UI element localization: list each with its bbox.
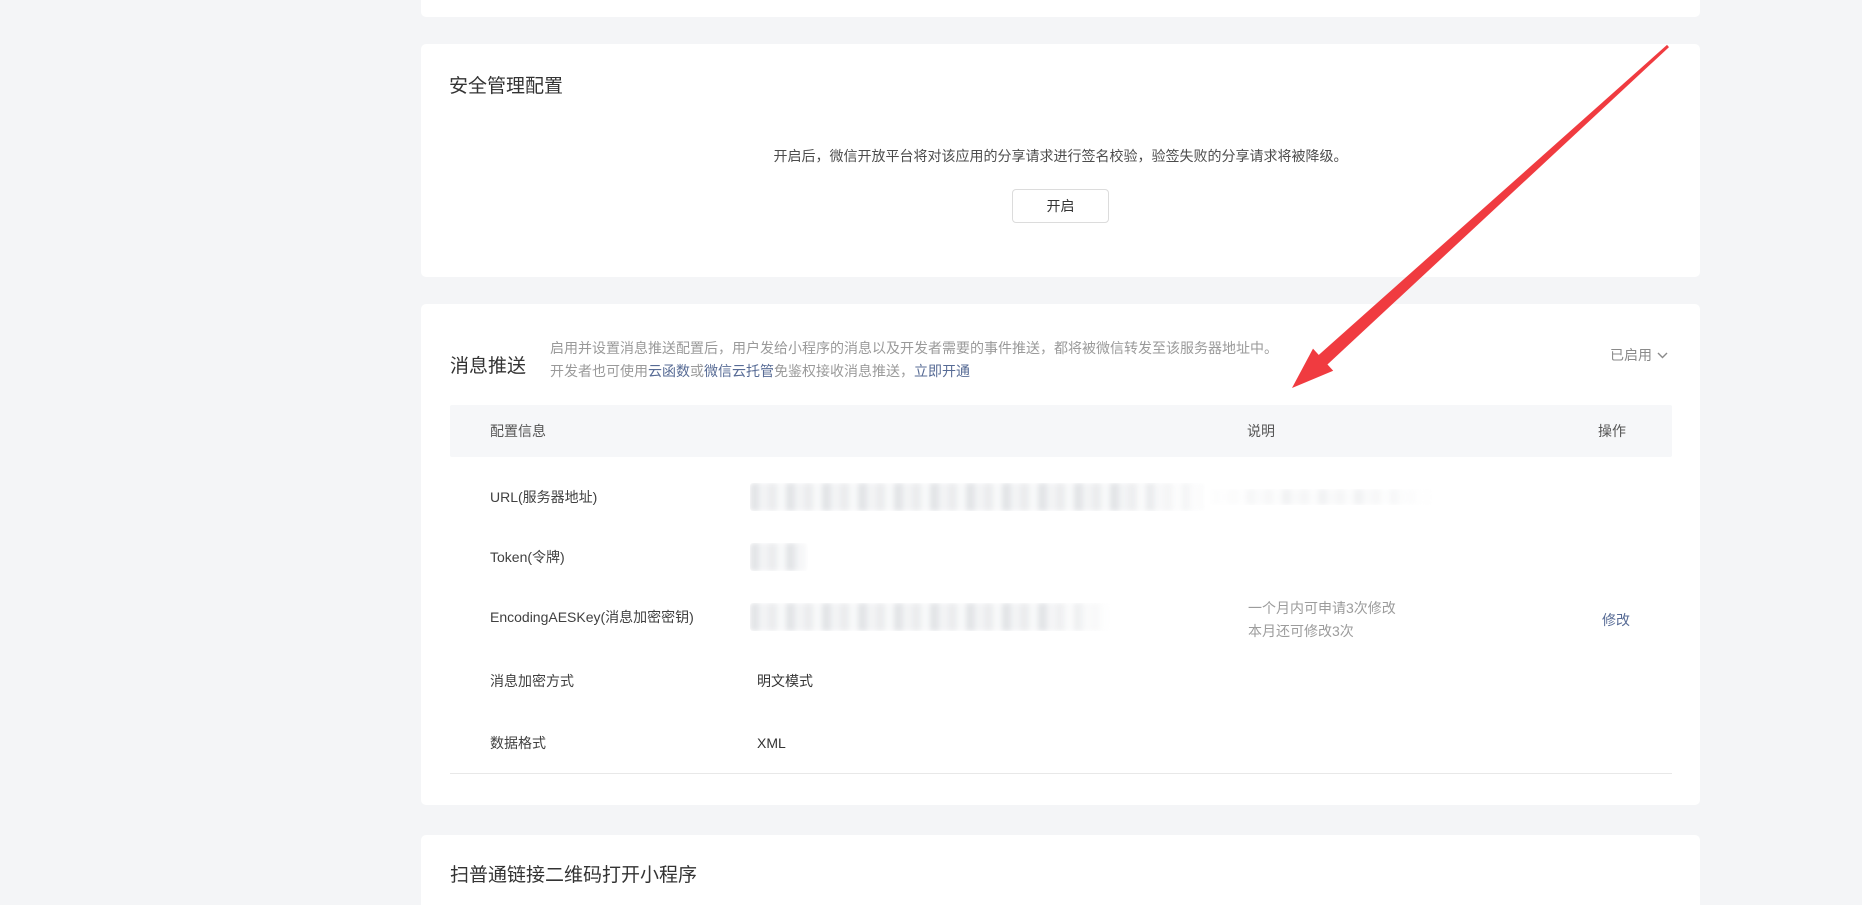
- qr-card-title: 扫普通链接二维码打开小程序: [450, 863, 697, 889]
- message-push-card: 消息推送 启用并设置消息推送配置后，用户发给小程序的消息以及开发者需要的事件推送…: [421, 304, 1700, 805]
- desc-line2-prefix: 开发者也可使用: [550, 363, 648, 379]
- redacted-token-value: [750, 543, 808, 571]
- activate-now-link[interactable]: 立即开通: [914, 363, 970, 379]
- data-format-label: 数据格式: [490, 733, 546, 753]
- aeskey-note-line2: 本月还可修改3次: [1248, 621, 1354, 641]
- header-config-info: 配置信息: [490, 421, 546, 441]
- previous-card-bottom: [421, 0, 1700, 17]
- enable-button[interactable]: 开启: [1012, 189, 1109, 223]
- redacted-url-value: [750, 483, 1205, 511]
- aeskey-label: EncodingAESKey(消息加密密钥): [490, 607, 694, 627]
- aeskey-note-line1: 一个月内可申请3次修改: [1248, 598, 1396, 618]
- cloud-function-link[interactable]: 云函数: [648, 363, 690, 379]
- redacted-aeskey-value: [750, 603, 1110, 631]
- message-push-description-line2: 开发者也可使用云函数或微信云托管免鉴权接收消息推送，立即开通: [550, 360, 1278, 383]
- url-label: URL(服务器地址): [490, 487, 597, 507]
- message-push-description-line1: 启用并设置消息推送配置后，用户发给小程序的消息以及开发者需要的事件推送，都将被微…: [550, 337, 1278, 360]
- message-push-title: 消息推送: [450, 354, 526, 380]
- token-label: Token(令牌): [490, 547, 565, 567]
- header-note: 说明: [1247, 421, 1275, 441]
- page: 安全管理配置 开启后，微信开放平台将对该应用的分享请求进行签名校验，验签失败的分…: [0, 0, 1862, 905]
- status-dropdown[interactable]: 已启用: [1610, 345, 1668, 365]
- qr-link-card: 扫普通链接二维码打开小程序: [421, 835, 1700, 905]
- table-bottom-divider: [450, 773, 1672, 774]
- encrypt-mode-label: 消息加密方式: [490, 671, 574, 691]
- config-table: 配置信息 说明 操作 URL(服务器地址) Token(令牌) Encoding…: [450, 405, 1672, 774]
- chevron-down-icon: [1657, 352, 1668, 359]
- modify-link[interactable]: 修改: [1602, 610, 1630, 630]
- header-action: 操作: [1598, 421, 1626, 441]
- desc-line2-suffix: 免鉴权接收消息推送，: [774, 363, 914, 379]
- cloud-hosting-link[interactable]: 微信云托管: [704, 363, 774, 379]
- desc-line2-or: 或: [690, 363, 704, 379]
- data-format-value: XML: [757, 733, 786, 753]
- status-label: 已启用: [1610, 345, 1652, 365]
- security-card-description: 开启后，微信开放平台将对该应用的分享请求进行签名校验，验签失败的分享请求将被降级…: [421, 145, 1700, 167]
- message-push-description: 启用并设置消息推送配置后，用户发给小程序的消息以及开发者需要的事件推送，都将被微…: [550, 337, 1278, 383]
- security-card-title: 安全管理配置: [449, 74, 563, 100]
- security-config-card: 安全管理配置 开启后，微信开放平台将对该应用的分享请求进行签名校验，验签失败的分…: [421, 44, 1700, 277]
- redacted-url-value-tail: [1210, 489, 1432, 505]
- encrypt-mode-value: 明文模式: [757, 671, 813, 691]
- table-header-row: 配置信息 说明 操作: [450, 405, 1672, 457]
